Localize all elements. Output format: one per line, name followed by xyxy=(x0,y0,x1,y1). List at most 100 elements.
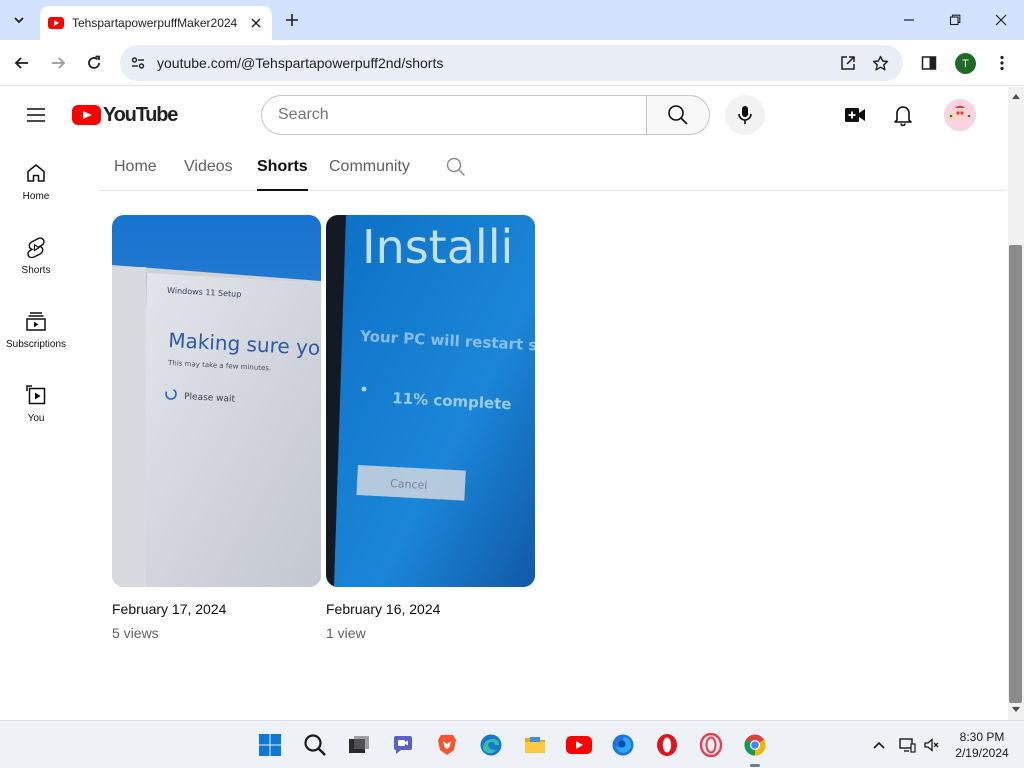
scroll-down-arrow-icon[interactable] xyxy=(1012,707,1020,712)
minimize-icon xyxy=(904,19,914,21)
youtube-logo[interactable]: YouTube xyxy=(72,103,178,126)
task-view-button[interactable] xyxy=(345,731,373,759)
short-date[interactable]: February 16, 2024 xyxy=(326,601,535,617)
taskbar-app-chrome[interactable] xyxy=(741,731,769,767)
channel-tabs: Home Videos Shorts Community xyxy=(100,143,1006,191)
windows-logo-icon xyxy=(259,734,281,756)
url-text: youtube.com/@Tehspartapowerpuff2nd/short… xyxy=(157,55,444,71)
svg-text:Installi: Installi xyxy=(362,220,513,274)
site-info-button[interactable] xyxy=(129,54,147,72)
subscriptions-icon xyxy=(24,309,48,333)
taskbar-app-opera-gx[interactable] xyxy=(697,731,725,759)
guide-menu-button[interactable] xyxy=(24,103,48,127)
back-button[interactable] xyxy=(10,51,34,75)
youtube-favicon-icon xyxy=(48,17,64,29)
chrome-icon xyxy=(744,734,766,756)
reload-icon xyxy=(88,55,100,69)
taskbar-clock[interactable]: 8:30 PM 2/19/2024 xyxy=(950,729,1014,761)
guide-item-you[interactable]: You xyxy=(4,365,68,439)
taskbar-app-brave[interactable] xyxy=(433,731,461,759)
volume-button[interactable] xyxy=(922,735,942,755)
clock-date: 2/19/2024 xyxy=(955,746,1009,760)
tab-title: TehspartapowerpuffMaker2024 xyxy=(72,16,238,30)
opera-gx-icon xyxy=(699,733,723,757)
bookmark-button[interactable] xyxy=(870,53,890,73)
guide-item-home[interactable]: Home xyxy=(4,143,68,217)
taskbar-app-firefox[interactable] xyxy=(609,731,637,759)
show-hidden-icons-button[interactable] xyxy=(869,735,889,755)
tab-community[interactable]: Community xyxy=(329,143,410,190)
short-thumbnail[interactable]: Windows 11 Setup Making sure you This ma… xyxy=(112,215,321,587)
browser-menu-button[interactable] xyxy=(990,51,1014,75)
tab-home[interactable]: Home xyxy=(114,143,157,190)
scrollbar-thumb[interactable] xyxy=(1009,245,1022,703)
start-button[interactable] xyxy=(256,731,284,759)
network-icon xyxy=(899,738,916,753)
restore-button[interactable] xyxy=(945,10,965,30)
taskbar-app-edge[interactable] xyxy=(477,731,505,759)
bell-icon xyxy=(894,106,912,126)
account-avatar[interactable] xyxy=(944,99,976,131)
guide-item-shorts[interactable]: Shorts xyxy=(4,217,68,291)
guide-label-subscriptions: Subscriptions xyxy=(5,339,67,350)
browser-toolbar: youtube.com/@Tehspartapowerpuff2nd/short… xyxy=(0,40,1024,86)
open-external-icon xyxy=(841,56,855,70)
address-bar[interactable]: youtube.com/@Tehspartapowerpuff2nd/short… xyxy=(120,45,903,81)
search-input[interactable] xyxy=(278,105,628,125)
arrow-left-icon xyxy=(14,57,28,69)
search-button[interactable] xyxy=(646,95,710,135)
firefox-icon xyxy=(612,734,634,756)
tab-close-button[interactable] xyxy=(248,15,264,31)
channel-search-button[interactable] xyxy=(444,155,468,179)
youtube-masthead: YouTube xyxy=(0,87,1008,143)
speaker-muted-icon xyxy=(924,738,939,752)
home-icon xyxy=(24,161,48,185)
forward-button[interactable] xyxy=(46,51,70,75)
youtube-icon xyxy=(566,736,592,754)
search-icon xyxy=(668,105,688,125)
guide-label-you: You xyxy=(27,413,45,424)
brave-lion-icon xyxy=(438,735,456,755)
your-channel-icon xyxy=(24,383,48,407)
tab-search-button[interactable] xyxy=(7,8,31,32)
tab-shorts[interactable]: Shorts xyxy=(257,143,308,191)
restore-icon xyxy=(949,14,961,26)
short-card[interactable]: Installi Your PC will restart sev 11% co… xyxy=(326,215,535,641)
plus-icon xyxy=(286,14,298,26)
taskbar-app-file-explorer[interactable] xyxy=(521,731,549,759)
tab-videos[interactable]: Videos xyxy=(184,143,233,190)
taskbar-app-youtube[interactable] xyxy=(565,731,593,759)
taskbar-app-chat[interactable] xyxy=(389,731,417,759)
browser-profile-avatar[interactable]: T xyxy=(955,53,976,74)
notifications-button[interactable] xyxy=(891,103,915,127)
search-icon xyxy=(304,734,326,756)
youtube-logo-text: YouTube xyxy=(103,103,178,126)
side-panel-button[interactable] xyxy=(917,51,941,75)
shorts-icon xyxy=(24,235,48,259)
browser-tab-active[interactable]: TehspartapowerpuffMaker2024 xyxy=(40,6,272,40)
short-card[interactable]: Windows 11 Setup Making sure you This ma… xyxy=(112,215,321,641)
open-in-app-button[interactable] xyxy=(838,53,858,73)
taskbar-search-button[interactable] xyxy=(301,731,329,759)
folder-icon xyxy=(525,737,545,753)
menu-icon xyxy=(27,108,45,122)
short-thumbnail[interactable]: Installi Your PC will restart sev 11% co… xyxy=(326,215,535,587)
microphone-icon xyxy=(738,106,752,124)
network-status-button[interactable] xyxy=(897,735,917,755)
page-scrollbar[interactable] xyxy=(1008,87,1024,720)
guide-label-shorts: Shorts xyxy=(21,265,51,276)
windows-taskbar: 8:30 PM 2/19/2024 xyxy=(0,720,1024,768)
task-view-icon xyxy=(349,736,369,753)
new-tab-button[interactable] xyxy=(282,10,302,30)
taskbar-app-opera[interactable] xyxy=(653,731,681,759)
reload-button[interactable] xyxy=(82,51,106,75)
minimize-button[interactable] xyxy=(899,10,919,30)
close-window-button[interactable] xyxy=(991,10,1011,30)
guide-item-subscriptions[interactable]: Subscriptions xyxy=(4,291,68,365)
scroll-up-arrow-icon[interactable] xyxy=(1012,94,1020,99)
voice-search-button[interactable] xyxy=(725,95,765,135)
create-button[interactable] xyxy=(843,103,867,127)
opera-icon xyxy=(657,734,677,756)
short-date[interactable]: February 17, 2024 xyxy=(112,601,321,617)
close-icon xyxy=(251,18,261,28)
